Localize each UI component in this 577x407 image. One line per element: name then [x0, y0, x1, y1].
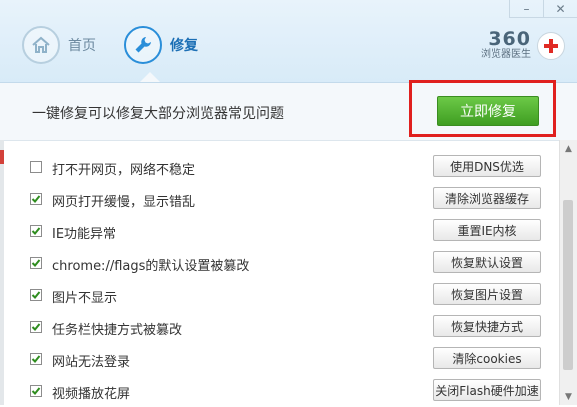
tab-home[interactable]: 首页	[22, 26, 96, 64]
issue-row: 视频播放花屏 关闭Flash硬件加速	[30, 375, 550, 407]
checkmark-icon	[31, 259, 41, 267]
checkmark-icon	[31, 227, 41, 235]
tab-repair[interactable]: 修复	[124, 26, 198, 64]
scrollbar[interactable]: ▲ ▼	[559, 140, 577, 405]
issue-checkbox[interactable]	[30, 289, 42, 301]
close-icon: ✕	[555, 1, 566, 16]
minimize-button[interactable]: –	[509, 0, 543, 18]
issue-label: 网页打开缓慢，显示错乱	[52, 195, 196, 210]
repair-message: 一键修复可以修复大部分浏览器常见问题	[32, 106, 284, 122]
issue-row: 打不开网页，网络不稳定 使用DNS优选	[30, 151, 550, 183]
active-tab-pointer	[140, 72, 160, 82]
issue-action-button[interactable]: 重置IE内核	[433, 219, 541, 241]
scroll-up-icon[interactable]: ▲	[560, 140, 577, 157]
issue-action-button[interactable]: 恢复图片设置	[433, 283, 541, 305]
issue-row: 图片不显示 恢复图片设置	[30, 279, 550, 311]
minimize-icon: –	[523, 1, 530, 16]
issue-label: 图片不显示	[52, 291, 118, 306]
issue-action-button[interactable]: 恢复默认设置	[433, 251, 541, 273]
issue-list: 打不开网页，网络不稳定 使用DNS优选网页打开缓慢，显示错乱 清除浏览器缓存 IE功能…	[30, 151, 550, 407]
wrench-icon	[124, 26, 162, 64]
issue-row: chrome://flags的默认设置被篡改 恢复默认设置	[30, 247, 550, 279]
checkmark-icon	[31, 291, 41, 299]
issue-action-button[interactable]: 关闭Flash硬件加速	[433, 379, 541, 401]
tab-repair-label: 修复	[170, 38, 198, 54]
scroll-down-icon[interactable]: ▼	[560, 388, 577, 405]
issue-label: 任务栏快捷方式被篡改	[52, 323, 183, 338]
issue-checkbox[interactable]	[30, 385, 42, 397]
issue-label: chrome://flags的默认设置被篡改	[52, 259, 250, 274]
issue-label: 网站无法登录	[52, 355, 131, 370]
brand-name: 浏览器医生	[481, 49, 531, 60]
tab-home-label: 首页	[68, 38, 96, 54]
issue-action-button[interactable]: 清除浏览器缓存	[433, 187, 541, 209]
issue-checkbox[interactable]	[30, 193, 42, 205]
home-icon	[22, 26, 60, 64]
issue-action-button[interactable]: 使用DNS优选	[433, 155, 541, 177]
issue-checkbox[interactable]	[30, 353, 42, 365]
issue-row: IE功能异常 重置IE内核	[30, 215, 550, 247]
issue-checkbox[interactable]	[30, 257, 42, 269]
header: – ✕ 首页 修复 360 浏览器医生	[0, 0, 577, 83]
fix-now-button[interactable]: 立即修复	[437, 96, 539, 126]
left-edge	[0, 140, 4, 405]
checkmark-icon	[31, 355, 41, 363]
brand-logo: 360 浏览器医生	[481, 30, 565, 61]
issue-label: IE功能异常	[52, 227, 117, 242]
left-edge-marker	[0, 150, 4, 164]
window-controls: – ✕	[509, 0, 577, 18]
red-cross-icon	[537, 31, 565, 60]
issue-label: 视频播放花屏	[52, 387, 131, 402]
issue-action-button[interactable]: 清除cookies	[433, 347, 541, 369]
issue-action-button[interactable]: 恢复快捷方式	[433, 315, 541, 337]
brand-number: 360	[488, 28, 531, 50]
issue-checkbox[interactable]	[30, 225, 42, 237]
issue-checkbox[interactable]	[30, 321, 42, 333]
issue-label: 打不开网页，网络不稳定	[52, 163, 196, 178]
scroll-thumb[interactable]	[563, 200, 573, 370]
issue-checkbox[interactable]	[30, 161, 42, 173]
issue-row: 网页打开缓慢，显示错乱 清除浏览器缓存	[30, 183, 550, 215]
checkmark-icon	[31, 323, 41, 331]
checkmark-icon	[31, 387, 41, 395]
issue-row: 网站无法登录 清除cookies	[30, 343, 550, 375]
close-button[interactable]: ✕	[543, 0, 577, 18]
checkmark-icon	[31, 195, 41, 203]
issue-row: 任务栏快捷方式被篡改 恢复快捷方式	[30, 311, 550, 343]
